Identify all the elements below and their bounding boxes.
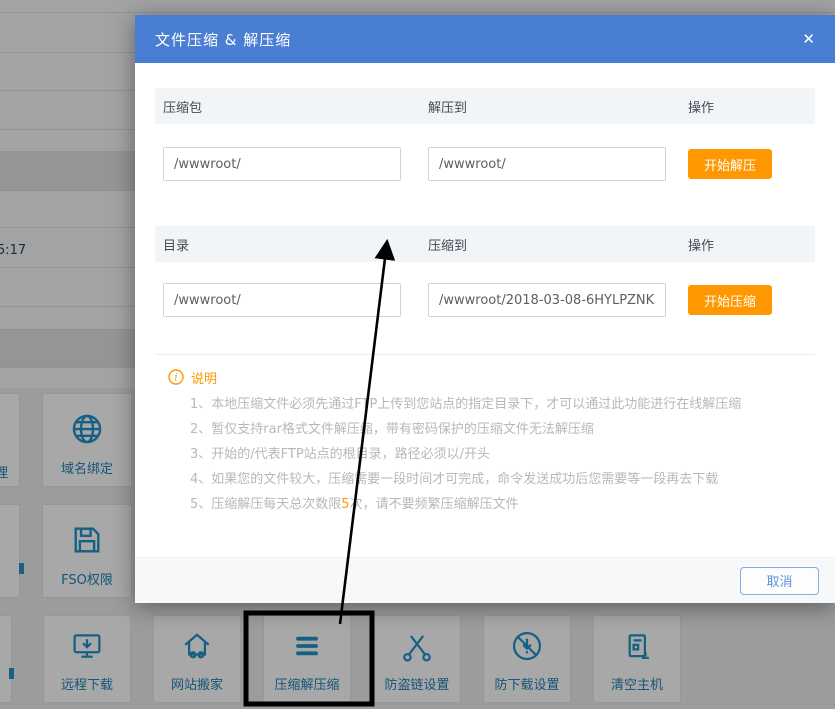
- cancel-button[interactable]: 取消: [740, 567, 819, 595]
- svg-text:i: i: [174, 373, 177, 384]
- column-header-compress-to: 压缩到: [420, 235, 680, 254]
- info-icon: i: [168, 369, 184, 385]
- close-icon[interactable]: ✕: [802, 32, 815, 47]
- divider: [155, 354, 815, 355]
- dialog-body: 压缩包 解压到 操作 开始解压 目录 压缩到 操作 开始压缩: [135, 63, 835, 557]
- note-item: 5、压缩解压每天总次数限5次，请不要频繁压缩解压文件: [190, 492, 815, 517]
- notes-title: 说明: [191, 368, 217, 387]
- dialog-header: 文件压缩 & 解压缩 ✕: [135, 15, 835, 63]
- column-header-action: 操作: [680, 235, 815, 254]
- directory-path-input[interactable]: [163, 283, 401, 317]
- dialog-footer: 取消: [135, 557, 835, 603]
- column-header-action: 操作: [680, 97, 815, 116]
- package-path-input[interactable]: [163, 147, 401, 181]
- note-item: 3、开始的/代表FTP站点的根目录，路径必须以/开头: [190, 442, 815, 467]
- limit-count: 5: [341, 497, 349, 512]
- compress-dialog: 文件压缩 & 解压缩 ✕ 压缩包 解压到 操作 开始解压 目录 压缩到 操作 开…: [135, 15, 835, 603]
- compress-table-header: 目录 压缩到 操作: [155, 226, 815, 262]
- decompress-table-header: 压缩包 解压到 操作: [155, 88, 815, 124]
- note-item: 4、如果您的文件较大，压缩需要一段时间才可完成，命令发送成功后您需要等一段再去下…: [190, 467, 815, 492]
- dialog-title: 文件压缩 & 解压缩: [155, 29, 291, 50]
- start-decompress-button[interactable]: 开始解压: [688, 149, 772, 179]
- column-header-directory: 目录: [155, 235, 420, 254]
- column-header-extract-to: 解压到: [420, 97, 680, 116]
- extract-target-input[interactable]: [428, 147, 666, 181]
- note-item: 2、暂仅支持rar格式文件解压缩，带有密码保护的压缩文件无法解压缩: [190, 417, 815, 442]
- note-item: 1、本地压缩文件必须先通过FTP上传到您站点的指定目录下，才可以通过此功能进行在…: [190, 392, 815, 417]
- compress-row: 开始压缩: [155, 283, 815, 317]
- column-header-package: 压缩包: [155, 97, 420, 116]
- start-compress-button[interactable]: 开始压缩: [688, 285, 772, 315]
- decompress-row: 开始解压: [155, 147, 815, 181]
- notes-section: i 说明 1、本地压缩文件必须先通过FTP上传到您站点的指定目录下，才可以通过此…: [155, 368, 815, 517]
- compress-target-input[interactable]: [428, 283, 666, 317]
